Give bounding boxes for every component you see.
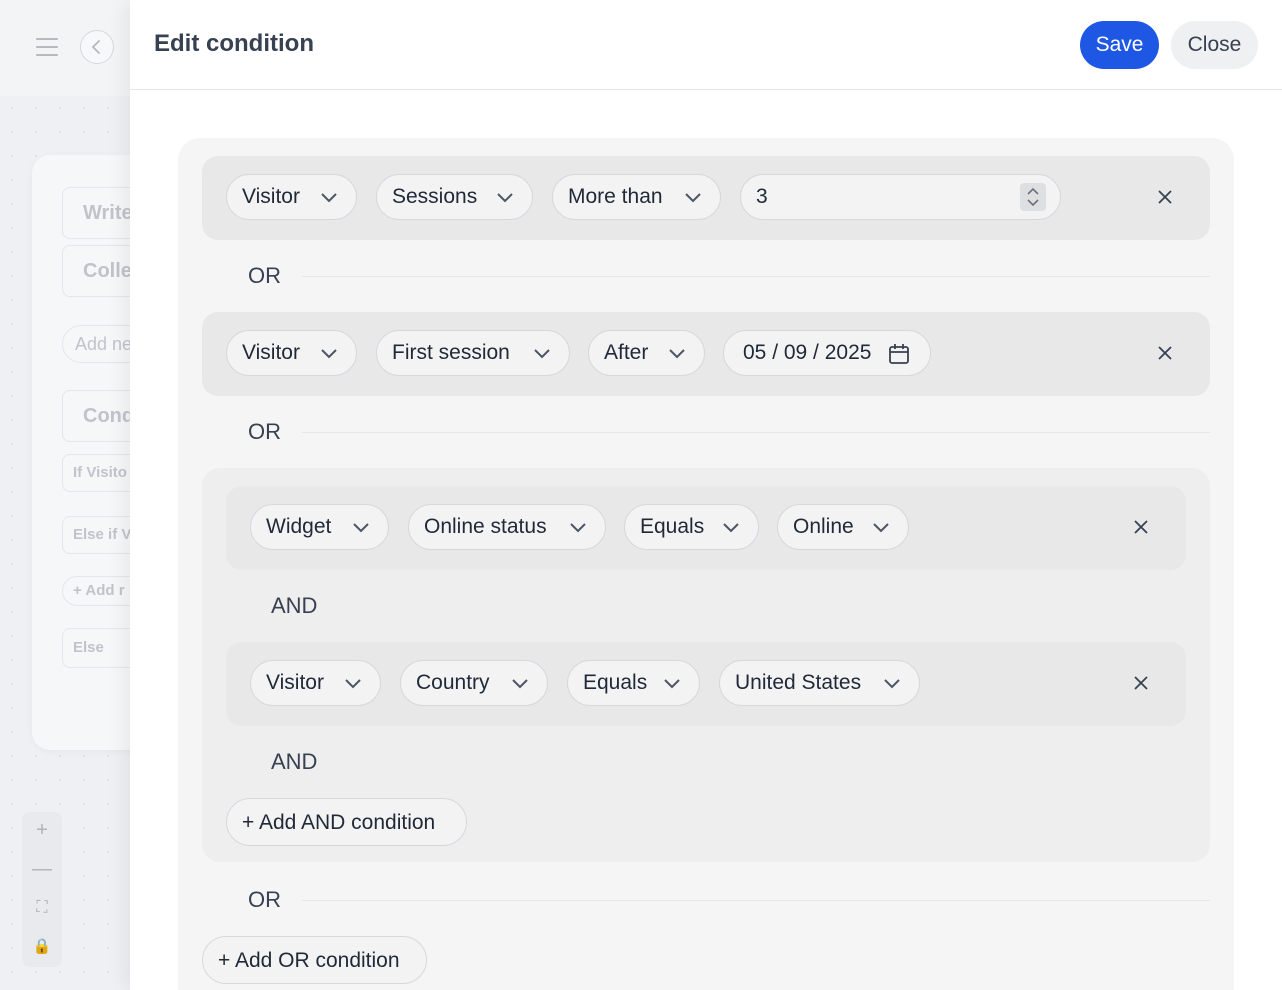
remove-condition-icon[interactable] xyxy=(1156,344,1174,362)
chevron-left-icon xyxy=(91,40,100,54)
operator-select[interactable]: Equals xyxy=(624,504,759,550)
value-select-value: Online xyxy=(793,515,854,538)
operator-select[interactable]: Equals xyxy=(567,660,700,706)
remove-condition-icon[interactable] xyxy=(1132,674,1150,692)
divider xyxy=(302,276,1210,277)
value-select[interactable]: United States xyxy=(719,660,920,706)
chevron-down-icon xyxy=(669,349,685,359)
and-label: AND xyxy=(271,749,318,774)
chevron-down-icon xyxy=(685,193,701,203)
zoom-in-icon[interactable]: + xyxy=(32,820,52,840)
menu-icon[interactable] xyxy=(36,38,58,56)
chevron-down-icon xyxy=(321,193,337,203)
chevron-down-icon xyxy=(345,679,361,689)
chevron-down-icon xyxy=(512,679,528,689)
field-select-value: First session xyxy=(392,341,510,364)
remove-condition-icon[interactable] xyxy=(1132,518,1150,536)
fit-view-icon[interactable]: ⛶ xyxy=(32,898,52,918)
operator-select-value: Equals xyxy=(583,671,648,694)
number-stepper[interactable] xyxy=(1020,183,1046,211)
canvas-toolbar xyxy=(0,0,130,96)
value-select-value: United States xyxy=(735,671,862,694)
panel-header: Edit condition Save Close xyxy=(130,0,1282,90)
zoom-out-icon[interactable]: — xyxy=(32,859,52,879)
field-select-value: Sessions xyxy=(392,185,478,208)
condition-row: Visitor Sessions More than 3 xyxy=(202,156,1210,240)
subject-select-value: Visitor xyxy=(242,185,300,208)
chevron-down-icon xyxy=(321,349,337,359)
divider xyxy=(302,900,1210,901)
chevron-down-icon xyxy=(570,523,586,533)
or-label: OR xyxy=(248,263,281,288)
date-input[interactable]: 05 / 09 / 2025 xyxy=(723,330,931,376)
save-button[interactable]: Save xyxy=(1080,21,1159,69)
or-label: OR xyxy=(248,419,281,444)
panel-title: Edit condition xyxy=(154,30,314,57)
chevron-down-icon xyxy=(497,193,513,203)
operator-select-value: After xyxy=(604,341,649,364)
subject-select-value: Visitor xyxy=(266,671,324,694)
field-select-value: Online status xyxy=(424,515,547,538)
subject-select-value: Visitor xyxy=(242,341,300,364)
condition-row: Visitor First session After 05 / 09 / 20… xyxy=(202,312,1210,396)
chevron-down-icon xyxy=(884,679,900,689)
chevron-down-icon xyxy=(534,349,550,359)
condition-row: Widget Online status Equals Online xyxy=(226,486,1186,570)
zoom-controls: + — ⛶ 🔒 xyxy=(22,812,62,967)
operator-select-value: Equals xyxy=(640,515,705,538)
subject-select[interactable]: Widget xyxy=(250,504,389,550)
field-select-value: Country xyxy=(416,671,490,694)
number-input[interactable]: 3 xyxy=(740,174,1061,220)
field-select[interactable]: Sessions xyxy=(376,174,533,220)
add-or-condition-button[interactable]: + Add OR condition xyxy=(202,936,427,984)
divider xyxy=(302,432,1210,433)
operator-select[interactable]: More than xyxy=(552,174,721,220)
chevron-down-icon xyxy=(664,679,680,689)
subject-select[interactable]: Visitor xyxy=(226,330,357,376)
back-button[interactable] xyxy=(80,30,114,64)
field-select[interactable]: First session xyxy=(376,330,570,376)
and-label: AND xyxy=(271,593,318,618)
add-and-condition-button[interactable]: + Add AND condition xyxy=(226,798,467,846)
subject-select[interactable]: Visitor xyxy=(250,660,381,706)
subject-select-value: Widget xyxy=(266,515,332,538)
date-input-value: 05 / 09 / 2025 xyxy=(743,341,872,364)
edit-condition-panel: Edit condition Save Close Visitor Sessio… xyxy=(130,0,1282,990)
value-select[interactable]: Online xyxy=(777,504,909,550)
chevron-down-icon xyxy=(873,523,889,533)
field-select[interactable]: Country xyxy=(400,660,548,706)
operator-select[interactable]: After xyxy=(588,330,705,376)
condition-row: Visitor Country Equals United States xyxy=(226,642,1186,726)
subject-select[interactable]: Visitor xyxy=(226,174,357,220)
remove-condition-icon[interactable] xyxy=(1156,188,1174,206)
or-label: OR xyxy=(248,887,281,912)
stepper-arrows-icon xyxy=(1027,187,1039,207)
calendar-icon[interactable] xyxy=(888,343,910,365)
lock-icon[interactable]: 🔒 xyxy=(32,937,52,957)
and-group: Widget Online status Equals Online AND V… xyxy=(202,468,1210,862)
operator-select-value: More than xyxy=(568,185,663,208)
field-select[interactable]: Online status xyxy=(408,504,606,550)
chevron-down-icon xyxy=(723,523,739,533)
number-input-value: 3 xyxy=(756,185,768,208)
chevron-down-icon xyxy=(353,523,369,533)
close-button[interactable]: Close xyxy=(1171,21,1258,69)
